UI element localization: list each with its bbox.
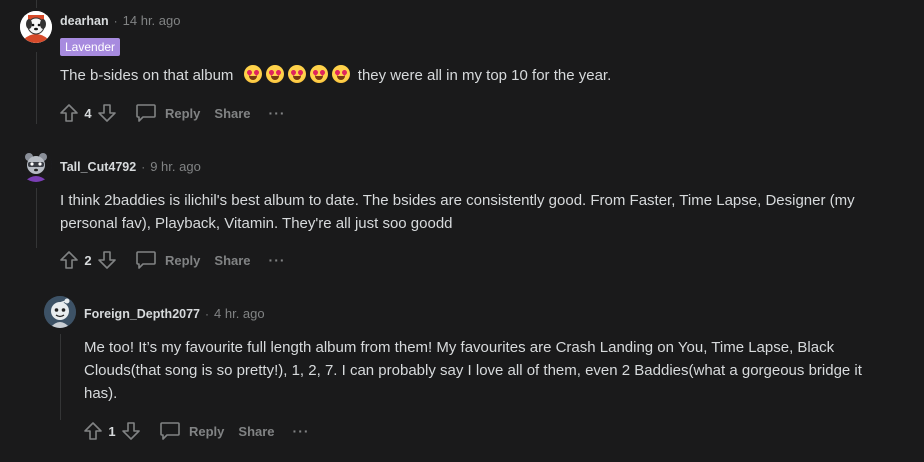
vote-count: 2 bbox=[84, 252, 92, 268]
reply-button[interactable]: Reply bbox=[135, 103, 200, 123]
comment-actions: 4 Reply Share ··· bbox=[57, 101, 286, 125]
upvote-button[interactable] bbox=[57, 248, 81, 272]
author-name[interactable]: Foreign_Depth2077 bbox=[84, 307, 200, 321]
reply-button[interactable]: Reply bbox=[159, 421, 224, 441]
downvote-icon bbox=[98, 251, 116, 269]
avatar-dog-icon bbox=[20, 11, 52, 43]
avatar-raccoon-icon bbox=[20, 150, 52, 182]
more-options-icon[interactable]: ··· bbox=[269, 105, 286, 121]
thread-line-comment-2[interactable] bbox=[36, 188, 37, 248]
reply-label: Reply bbox=[165, 105, 201, 121]
upvote-button[interactable] bbox=[81, 419, 105, 443]
star-struck-emoji bbox=[309, 65, 328, 83]
upvote-icon bbox=[60, 251, 78, 269]
share-button[interactable]: Share bbox=[238, 424, 274, 439]
comment-meta: Tall_Cut4792 · 9 hr. ago bbox=[60, 159, 201, 174]
thread-line-top[interactable] bbox=[36, 0, 37, 8]
comment-meta: dearhan · 14 hr. ago bbox=[60, 13, 180, 28]
upvote-icon bbox=[60, 104, 78, 122]
separator-dot: · bbox=[205, 306, 210, 321]
downvote-button[interactable] bbox=[95, 101, 119, 125]
star-struck-emoji bbox=[243, 65, 262, 83]
avatar[interactable] bbox=[20, 11, 52, 43]
thread-line-comment-3[interactable] bbox=[60, 334, 61, 420]
upvote-button[interactable] bbox=[57, 101, 81, 125]
downvote-button[interactable] bbox=[95, 248, 119, 272]
share-button[interactable]: Share bbox=[214, 106, 250, 121]
timestamp[interactable]: 9 hr. ago bbox=[150, 159, 201, 174]
comment-meta: Foreign_Depth2077 · 4 hr. ago bbox=[84, 306, 265, 321]
avatar[interactable] bbox=[20, 150, 52, 182]
upvote-icon bbox=[84, 422, 102, 440]
comment-body: I think 2baddies is ilichil's best album… bbox=[60, 192, 855, 232]
comment-actions: 1 Reply Share ··· bbox=[81, 419, 310, 443]
comment-body: Me too! It’s my favourite full length al… bbox=[84, 339, 862, 402]
emoji-row bbox=[243, 65, 358, 84]
vote-count: 4 bbox=[84, 105, 92, 121]
thread-line-comment-1[interactable] bbox=[36, 52, 37, 124]
reply-label: Reply bbox=[189, 423, 225, 439]
reply-bubble-icon bbox=[136, 251, 156, 269]
avatar-snoo-icon bbox=[44, 296, 76, 328]
more-options-icon[interactable]: ··· bbox=[269, 252, 286, 268]
comment-actions: 2 Reply Share ··· bbox=[57, 248, 286, 272]
avatar[interactable] bbox=[44, 296, 76, 328]
downvote-button[interactable] bbox=[119, 419, 143, 443]
downvote-icon bbox=[122, 422, 140, 440]
vote-count: 1 bbox=[108, 423, 116, 439]
separator-dot: · bbox=[113, 13, 118, 28]
more-options-icon[interactable]: ··· bbox=[293, 423, 310, 439]
separator-dot: · bbox=[141, 159, 146, 174]
reply-button[interactable]: Reply bbox=[135, 250, 200, 270]
reply-bubble-icon bbox=[160, 422, 180, 440]
star-struck-emoji bbox=[331, 65, 350, 83]
downvote-icon bbox=[98, 104, 116, 122]
reply-bubble-icon bbox=[136, 104, 156, 122]
author-name[interactable]: Tall_Cut4792 bbox=[60, 160, 136, 174]
star-struck-emoji bbox=[265, 65, 284, 83]
user-flair: Lavender bbox=[60, 38, 121, 56]
share-button[interactable]: Share bbox=[214, 253, 250, 268]
comment-body-end: they were all in my top 10 for the year. bbox=[357, 67, 612, 84]
author-name[interactable]: dearhan bbox=[60, 14, 109, 28]
comment-body: The b-sides on that album they were all … bbox=[60, 64, 880, 87]
star-struck-emoji bbox=[287, 65, 306, 83]
timestamp[interactable]: 14 hr. ago bbox=[123, 13, 181, 28]
comment-body-start: The b-sides on that album bbox=[60, 67, 234, 84]
timestamp[interactable]: 4 hr. ago bbox=[214, 306, 265, 321]
reply-label: Reply bbox=[165, 252, 201, 268]
